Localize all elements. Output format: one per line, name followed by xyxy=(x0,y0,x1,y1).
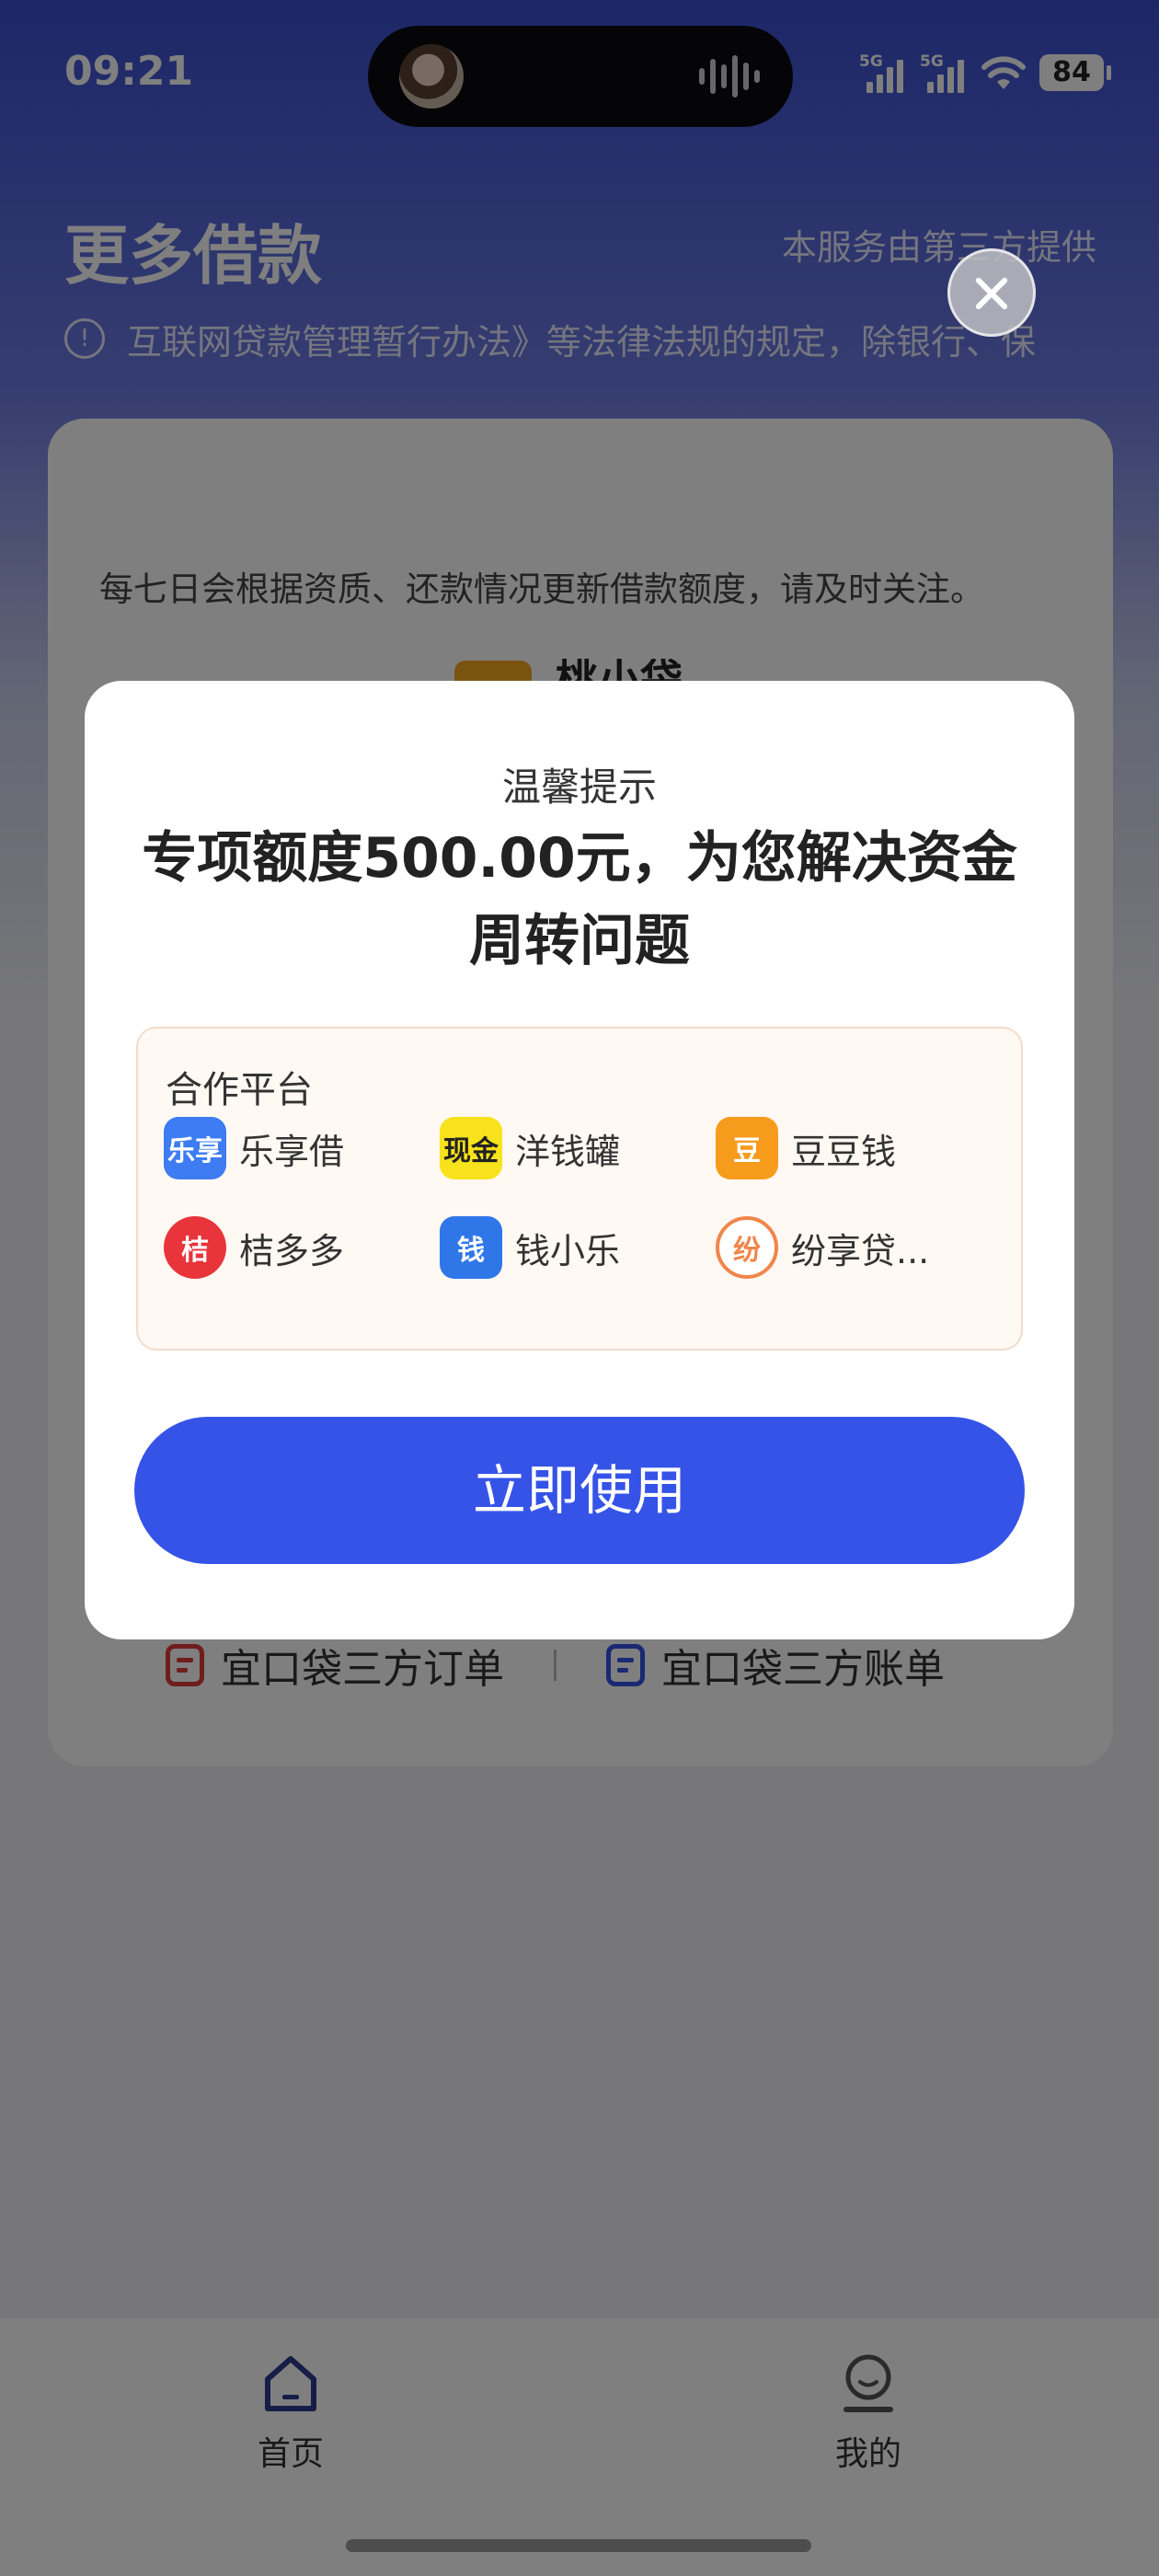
juduoduo-icon: 桔 xyxy=(164,1216,226,1279)
partner-name: 洋钱罐 xyxy=(515,1131,621,1172)
partner-item[interactable]: 现金 洋钱罐 xyxy=(440,1117,620,1179)
lexiang-icon: 乐享 xyxy=(164,1117,226,1179)
partner-item[interactable]: 钱 钱小乐 xyxy=(440,1216,620,1279)
partner-name: 乐享借 xyxy=(239,1131,345,1172)
promo-dialog: 温馨提示 专项额度500.00元，为您解决资金周转问题 合作平台 乐享 乐享借 … xyxy=(85,681,1074,1639)
partner-name: 纷享贷... xyxy=(791,1230,930,1271)
partner-item[interactable]: 乐享 乐享借 xyxy=(164,1117,344,1179)
dialog-subtitle: 温馨提示 xyxy=(501,765,657,810)
partner-title: 合作平台 xyxy=(166,1069,313,1111)
partner-item[interactable]: 纷 纷享贷... xyxy=(716,1216,929,1279)
use-now-button[interactable]: 立即使用 xyxy=(134,1417,1025,1564)
doudouqian-icon: 豆 xyxy=(716,1117,778,1179)
partner-item[interactable]: 桔 桔多多 xyxy=(164,1216,344,1279)
partner-item[interactable]: 豆 豆豆钱 xyxy=(716,1117,896,1179)
partner-name: 桔多多 xyxy=(239,1230,345,1271)
close-button[interactable] xyxy=(947,248,1036,337)
partner-name: 豆豆钱 xyxy=(791,1131,897,1172)
yangqianguan-icon: 现金 xyxy=(440,1117,502,1179)
qianxiaole-icon: 钱 xyxy=(440,1216,502,1279)
partner-platforms: 合作平台 乐享 乐享借 现金 洋钱罐 豆 豆豆钱 桔 桔多多 钱 钱小乐 纷 纷… xyxy=(136,1027,1023,1351)
dialog-headline: 专项额度500.00元，为您解决资金周转问题 xyxy=(142,826,1017,973)
fenxiangdai-icon: 纷 xyxy=(716,1216,778,1279)
partner-name: 钱小乐 xyxy=(515,1230,621,1271)
